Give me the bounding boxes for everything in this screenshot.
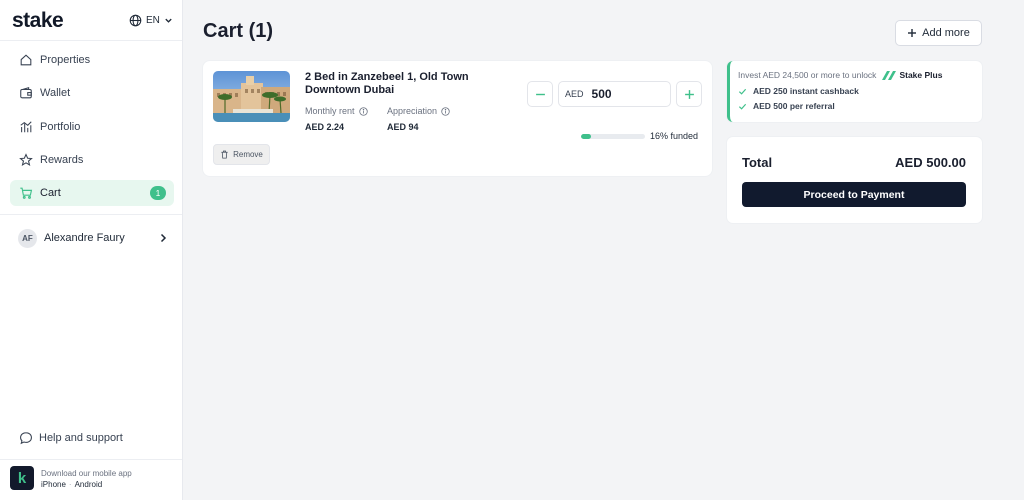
wallet-icon bbox=[20, 87, 32, 99]
appreciation-value: AED 94 bbox=[387, 122, 419, 132]
promo-benefit: AED 500 per referral bbox=[738, 101, 835, 111]
appreciation-label: Appreciation bbox=[387, 106, 450, 116]
sidebar-item-label: Cart bbox=[40, 187, 61, 200]
add-more-button[interactable]: Add more bbox=[895, 20, 982, 46]
chat-bubble-icon bbox=[20, 432, 32, 445]
property-name[interactable]: 2 Bed in Zanzebeel 1, Old Town Downtown … bbox=[305, 71, 475, 97]
check-icon bbox=[738, 88, 747, 95]
separator-dot: · bbox=[68, 480, 72, 489]
sidebar-divider bbox=[0, 459, 182, 460]
sidebar-item-label: Rewards bbox=[40, 153, 84, 166]
sidebar-nav: Properties Wallet Portfolio Rewards Cart… bbox=[10, 47, 174, 213]
stake-app-icon: k bbox=[10, 466, 34, 490]
remove-label: Remove bbox=[233, 150, 263, 159]
add-more-label: Add more bbox=[922, 27, 970, 39]
language-label: EN bbox=[146, 15, 160, 26]
stake-plus-promo: Invest AED 24,500 or more to unlock Stak… bbox=[727, 61, 982, 122]
chart-icon bbox=[20, 120, 32, 132]
user-name: Alexandre Faury bbox=[44, 232, 125, 244]
funded-label: 16% funded bbox=[650, 131, 699, 141]
trash-icon bbox=[221, 150, 228, 159]
help-label: Help and support bbox=[39, 432, 123, 444]
cart-count-badge: 1 bbox=[150, 186, 166, 201]
chevron-right-icon bbox=[160, 233, 167, 243]
stake-logo[interactable]: stake bbox=[12, 9, 64, 33]
page-title: Cart (1) bbox=[203, 20, 274, 42]
info-icon[interactable] bbox=[358, 106, 368, 116]
sidebar-item-wallet[interactable]: Wallet bbox=[10, 80, 174, 106]
sidebar-divider bbox=[0, 40, 182, 41]
proceed-to-payment-button[interactable]: Proceed to Payment bbox=[742, 182, 966, 207]
order-summary-card: Total AED 500.00 Proceed to Payment bbox=[727, 137, 982, 223]
android-link[interactable]: Android bbox=[75, 480, 103, 489]
stake-plus-brand: Stake Plus bbox=[882, 70, 942, 80]
promo-intro: Invest AED 24,500 or more to unlock bbox=[738, 70, 877, 80]
sidebar-item-label: Wallet bbox=[40, 87, 71, 100]
user-profile-link[interactable]: AF Alexandre Faury bbox=[18, 228, 168, 248]
minus-icon bbox=[535, 93, 545, 95]
promo-benefit: AED 250 instant cashback bbox=[738, 86, 859, 96]
monthly-rent-label: Monthly rent bbox=[305, 106, 368, 116]
plus-icon bbox=[908, 29, 917, 37]
property-image[interactable] bbox=[213, 71, 290, 122]
avatar: AF bbox=[18, 228, 37, 248]
promo-benefit-text: AED 500 per referral bbox=[753, 101, 835, 111]
check-icon bbox=[738, 103, 747, 110]
monthly-rent-text: Monthly rent bbox=[305, 106, 355, 116]
info-icon[interactable] bbox=[441, 106, 450, 116]
monthly-rent-value: AED 2.24 bbox=[305, 122, 345, 132]
mobile-app-promo: k Download our mobile app iPhone · Android bbox=[10, 466, 132, 490]
funding-progress-bar bbox=[581, 134, 645, 139]
currency-label: AED bbox=[565, 89, 584, 99]
remove-button[interactable]: Remove bbox=[213, 144, 270, 165]
increase-amount-button[interactable] bbox=[676, 81, 702, 107]
cart-icon bbox=[20, 187, 33, 200]
sidebar-divider bbox=[0, 214, 182, 215]
globe-icon bbox=[129, 14, 142, 27]
sidebar-item-cart[interactable]: Cart 1 bbox=[10, 180, 174, 207]
sidebar-item-label: Portfolio bbox=[40, 120, 81, 133]
total-value: AED 500.00 bbox=[895, 155, 966, 170]
app-promo-title: Download our mobile app bbox=[41, 469, 132, 478]
iphone-link[interactable]: iPhone bbox=[41, 480, 66, 489]
total-label: Total bbox=[742, 155, 773, 170]
amount-field: AED bbox=[558, 81, 671, 107]
cart-item-card: 2 Bed in Zanzebeel 1, Old Town Downtown … bbox=[203, 61, 712, 176]
star-icon bbox=[19, 153, 33, 166]
language-selector[interactable]: EN bbox=[129, 14, 173, 27]
stake-plus-logo-icon bbox=[882, 70, 897, 80]
plus-icon bbox=[684, 89, 694, 99]
amount-input[interactable] bbox=[591, 87, 662, 101]
appreciation-text: Appreciation bbox=[387, 106, 438, 116]
home-icon bbox=[20, 54, 32, 66]
promo-header: Invest AED 24,500 or more to unlock Stak… bbox=[738, 70, 942, 80]
sidebar-item-portfolio[interactable]: Portfolio bbox=[10, 114, 174, 140]
funding-progress-fill bbox=[581, 134, 592, 139]
decrease-amount-button[interactable] bbox=[527, 81, 553, 107]
chevron-down-icon bbox=[165, 18, 172, 23]
sidebar: stake EN Properties Wallet Portfolio Rew… bbox=[0, 0, 183, 500]
help-and-support-link[interactable]: Help and support bbox=[19, 431, 123, 445]
sidebar-item-properties[interactable]: Properties bbox=[10, 47, 174, 73]
sidebar-item-label: Properties bbox=[40, 54, 91, 66]
sidebar-item-rewards[interactable]: Rewards bbox=[10, 147, 174, 173]
promo-benefit-text: AED 250 instant cashback bbox=[753, 86, 859, 96]
stake-plus-name: Stake Plus bbox=[899, 70, 943, 80]
